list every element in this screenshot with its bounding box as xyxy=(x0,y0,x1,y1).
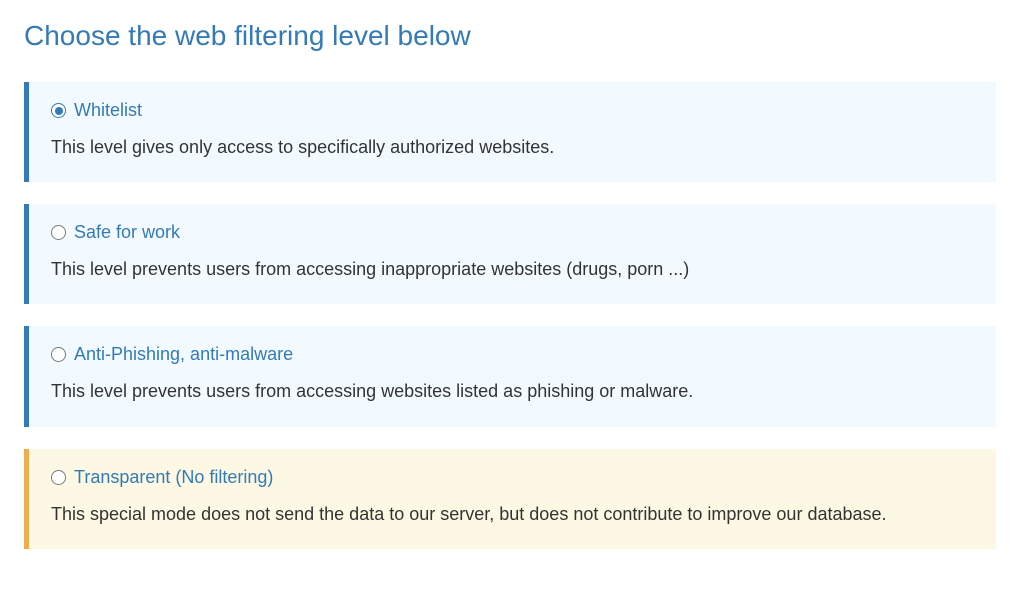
radio-icon[interactable] xyxy=(51,225,66,240)
page-title: Choose the web filtering level below xyxy=(24,20,996,52)
option-transparent[interactable]: Transparent (No filtering) This special … xyxy=(24,449,996,549)
option-anti-phishing[interactable]: Anti-Phishing, anti-malware This level p… xyxy=(24,326,996,426)
option-anti-phishing-title: Anti-Phishing, anti-malware xyxy=(74,344,293,365)
option-anti-phishing-header[interactable]: Anti-Phishing, anti-malware xyxy=(51,344,974,365)
option-whitelist-description: This level gives only access to specific… xyxy=(51,135,974,160)
option-whitelist[interactable]: Whitelist This level gives only access t… xyxy=(24,82,996,182)
option-transparent-description: This special mode does not send the data… xyxy=(51,502,974,527)
option-anti-phishing-description: This level prevents users from accessing… xyxy=(51,379,974,404)
option-safe-for-work-header[interactable]: Safe for work xyxy=(51,222,974,243)
option-safe-for-work[interactable]: Safe for work This level prevents users … xyxy=(24,204,996,304)
option-safe-for-work-title: Safe for work xyxy=(74,222,180,243)
option-whitelist-title: Whitelist xyxy=(74,100,142,121)
option-transparent-title: Transparent (No filtering) xyxy=(74,467,273,488)
option-whitelist-header[interactable]: Whitelist xyxy=(51,100,974,121)
option-transparent-header[interactable]: Transparent (No filtering) xyxy=(51,467,974,488)
radio-icon[interactable] xyxy=(51,470,66,485)
option-safe-for-work-description: This level prevents users from accessing… xyxy=(51,257,974,282)
filtering-options: Whitelist This level gives only access t… xyxy=(24,82,996,549)
radio-icon[interactable] xyxy=(51,347,66,362)
radio-icon[interactable] xyxy=(51,103,66,118)
